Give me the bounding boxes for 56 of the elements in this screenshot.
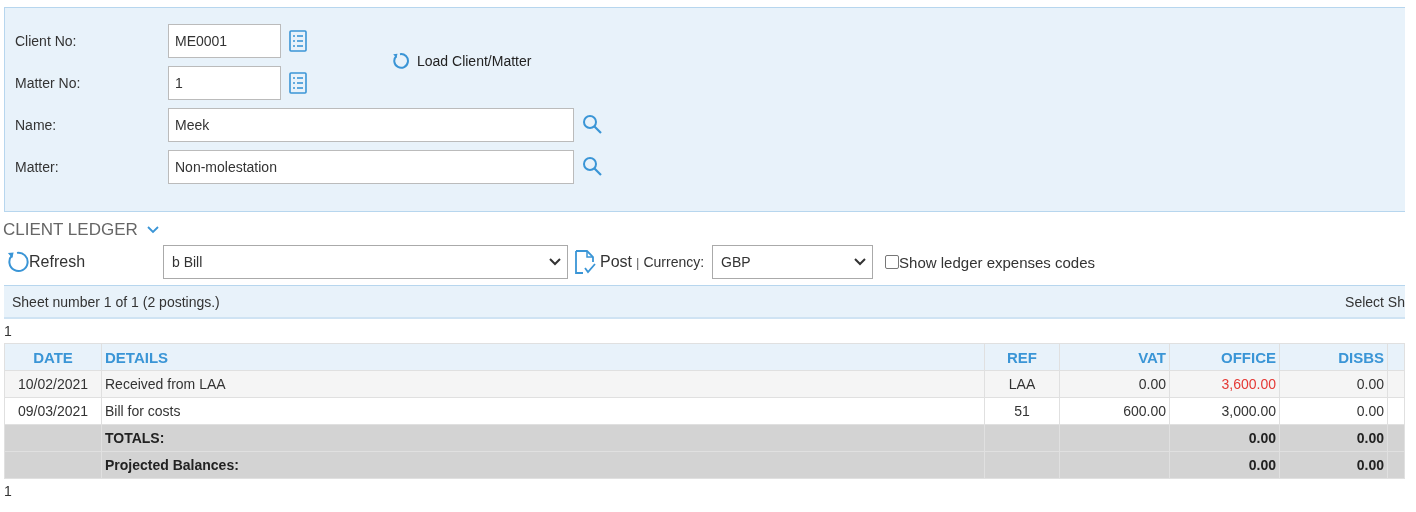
list-icon[interactable] [289,30,307,52]
total-cell: 0.00 [1356,457,1384,473]
checkbox[interactable] [885,255,900,269]
total-cell: 0.00 [1248,457,1276,473]
field-label: Matter No: [15,75,82,91]
table-cell: 51 [1014,403,1030,419]
search-icon[interactable] [582,114,603,136]
total-cell: TOTALS: [105,430,165,446]
chevron-down-icon[interactable] [145,225,160,235]
sheet-info: Sheet number 1 of 1 (2 postings.) [12,293,220,310]
currency-label: Currency: [643,254,705,270]
table-cell: LAA [1008,376,1036,392]
table-cell: Bill for costs [105,403,181,419]
table-cell: 600.00 [1123,403,1166,419]
refresh-icon[interactable] [391,52,409,70]
column-header: DISBS [1279,343,1388,371]
total-cell: Projected Balances: [105,457,239,473]
dropdown[interactable]: b Bill [163,245,568,279]
total-cell: 0.00 [1248,430,1276,446]
total-cell: 0.00 [1356,430,1384,446]
column-header: REF [984,343,1060,371]
column-header: VAT [1059,343,1170,371]
column-header: DETAILS [101,343,985,371]
input-field[interactable]: Non-molestation [168,150,574,184]
input-field[interactable]: ME0001 [168,24,281,58]
section-title: CLIENT LEDGER [3,220,138,240]
field-label: Matter: [15,159,60,175]
page-number[interactable]: 1 [4,319,14,343]
table-cell: 3,000.00 [1221,403,1276,419]
table-cell: 10/02/2021 [17,376,89,392]
select-sheet-link[interactable]: Select Sh [1345,293,1405,310]
chevron-down-icon [854,258,867,266]
separator-text: | [636,254,640,270]
load-button[interactable]: Load Client/Matter [391,52,532,70]
field-label: Client No: [15,33,78,49]
list-icon[interactable] [289,72,307,94]
refresh-button[interactable]: Refresh [5,250,163,274]
checkbox-label: Show ledger expenses codes [899,253,1096,271]
dropdown[interactable]: GBP [712,245,874,279]
input-field[interactable]: 1 [168,66,281,100]
field-label: Name: [15,117,58,133]
post-button[interactable]: Post [574,249,632,275]
page-number[interactable]: 1 [4,479,14,503]
column-header: DATE [4,343,102,371]
table-cell: 0.00 [1138,376,1166,392]
table-cell: 0.00 [1356,403,1384,419]
document-check-icon[interactable] [574,249,596,275]
input-field[interactable]: Meek [168,108,574,142]
refresh-icon[interactable] [5,250,29,274]
column-header: OFFICE [1169,343,1280,371]
table-cell: Received from LAA [105,376,226,392]
table-cell: 09/03/2021 [17,403,89,419]
chevron-down-icon [549,258,561,266]
search-icon[interactable] [582,156,603,178]
table-cell: 3,600.00 [1221,376,1276,392]
table-cell: 0.00 [1356,376,1384,392]
